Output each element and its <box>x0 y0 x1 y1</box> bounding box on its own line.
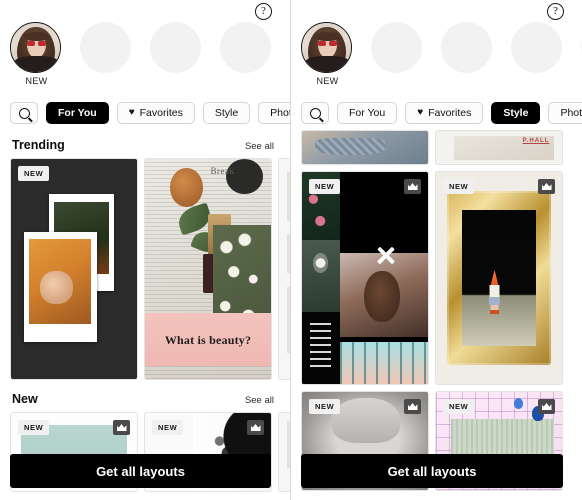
avatar[interactable] <box>10 22 61 73</box>
filter-pills-right: For You ♥ Favorites Style Photogr <box>291 94 582 132</box>
filter-pill-for-you[interactable]: For You <box>46 102 109 124</box>
filter-pill-label: Photogr <box>560 107 582 119</box>
template-card[interactable] <box>278 158 290 380</box>
search-icon <box>309 107 321 119</box>
filter-pill-label: Style <box>214 107 239 119</box>
crown-icon <box>251 424 261 431</box>
search-icon <box>18 107 30 119</box>
section-title: New <box>12 392 38 406</box>
new-badge: NEW <box>18 420 50 435</box>
story-item-user[interactable]: NEW <box>10 22 63 86</box>
new-badge: NEW <box>18 166 50 181</box>
pro-crown-badge <box>404 179 421 194</box>
see-all-link[interactable]: See all <box>245 395 274 406</box>
card-caption: What is beauty? <box>164 333 252 348</box>
filter-pill-label: Photogra <box>270 107 290 119</box>
avatar-image <box>11 23 60 72</box>
story-item-placeholder[interactable] <box>511 22 564 73</box>
get-all-layouts-button[interactable]: Get all layouts <box>10 454 271 488</box>
pro-crown-badge <box>404 399 421 414</box>
get-all-layouts-button[interactable]: Get all layouts <box>301 454 563 488</box>
template-card[interactable]: NEW <box>301 171 429 385</box>
filter-pill-label: Favorites <box>139 107 183 119</box>
heart-icon: ♥ <box>128 107 135 118</box>
story-label: NEW <box>25 76 48 86</box>
card-artwork <box>279 413 290 491</box>
section-header-trending: Trending See all <box>0 132 290 158</box>
artwork-label: P.HALL <box>522 138 550 145</box>
story-label: NEW <box>316 76 339 86</box>
filter-pill-photography[interactable]: Photogra <box>258 102 290 124</box>
stories-row-left: NEW <box>0 22 290 94</box>
pro-crown-badge <box>247 420 264 435</box>
top-bar-right: ? <box>291 0 582 22</box>
heart-icon: ♥ <box>417 107 424 118</box>
new-badge: NEW <box>443 179 475 194</box>
filter-pill-favorites[interactable]: ♥ Favorites <box>116 102 195 124</box>
phone-screen-right: ? NEW For You ♥ Favorites Style Phot P.H… <box>291 0 582 500</box>
new-badge: NEW <box>309 179 341 194</box>
card-artwork <box>302 131 428 164</box>
template-card[interactable]: P.HALL <box>435 130 563 165</box>
dual-phone-screens: ? NEW For You ♥ Favorites Style Phot Tre… <box>0 0 582 500</box>
filter-pill-label: For You <box>58 107 97 119</box>
crown-icon <box>408 183 418 190</box>
trending-card-row: NEW Break What is beauty? <box>0 158 290 380</box>
filter-pill-style[interactable]: Style <box>202 102 251 124</box>
crown-icon <box>542 183 552 190</box>
story-item-placeholder[interactable] <box>220 22 273 73</box>
story-item-user[interactable]: NEW <box>301 22 354 86</box>
search-button[interactable] <box>10 102 38 124</box>
filter-pill-style[interactable]: Style <box>491 102 541 124</box>
section-title: Trending <box>12 138 65 152</box>
filter-pill-for-you[interactable]: For You <box>337 102 398 124</box>
pro-crown-badge <box>113 420 130 435</box>
new-badge: NEW <box>309 399 341 414</box>
crown-icon <box>408 403 418 410</box>
filter-pills-left: For You ♥ Favorites Style Photogra <box>0 94 290 132</box>
see-all-link[interactable]: See all <box>245 141 274 152</box>
template-grid-row: P.HALL <box>291 130 582 165</box>
search-button[interactable] <box>301 102 329 124</box>
template-card[interactable]: NEW <box>10 158 138 380</box>
template-card[interactable] <box>278 412 290 492</box>
story-item-placeholder[interactable] <box>371 22 424 73</box>
help-icon[interactable]: ? <box>547 3 564 20</box>
template-card[interactable]: Break What is beauty? <box>144 158 272 380</box>
card-artwork <box>302 172 428 384</box>
template-grid-row: NEW NEW <box>291 171 582 385</box>
avatar-image <box>302 23 351 72</box>
new-badge: NEW <box>152 420 184 435</box>
avatar[interactable] <box>301 22 352 73</box>
card-artwork <box>279 159 290 379</box>
template-card[interactable] <box>301 130 429 165</box>
artwork-word: Break <box>210 165 235 176</box>
section-header-new: New See all <box>0 380 290 412</box>
crown-icon <box>117 424 127 431</box>
pro-crown-badge <box>538 179 555 194</box>
card-artwork <box>436 172 562 384</box>
template-card[interactable]: NEW <box>435 171 563 385</box>
pro-crown-badge <box>538 399 555 414</box>
crown-icon <box>542 403 552 410</box>
card-artwork: Break What is beauty? <box>145 159 271 379</box>
card-artwork <box>11 159 137 379</box>
card-artwork: P.HALL <box>436 131 562 164</box>
story-item-placeholder[interactable] <box>80 22 133 73</box>
filter-pill-favorites[interactable]: ♥ Favorites <box>405 102 484 124</box>
close-x-icon <box>373 242 399 268</box>
top-bar-left: ? <box>0 0 290 22</box>
help-icon[interactable]: ? <box>255 3 272 20</box>
new-badge: NEW <box>443 399 475 414</box>
story-item-placeholder[interactable] <box>441 22 494 73</box>
stories-row-right: NEW <box>291 22 582 94</box>
filter-pill-label: Style <box>503 107 529 119</box>
filter-pill-photography[interactable]: Photogr <box>548 102 582 124</box>
phone-screen-left: ? NEW For You ♥ Favorites Style Phot Tre… <box>0 0 291 500</box>
story-item-placeholder[interactable] <box>150 22 203 73</box>
filter-pill-label: Favorites <box>428 107 472 119</box>
filter-pill-label: For You <box>349 107 386 119</box>
